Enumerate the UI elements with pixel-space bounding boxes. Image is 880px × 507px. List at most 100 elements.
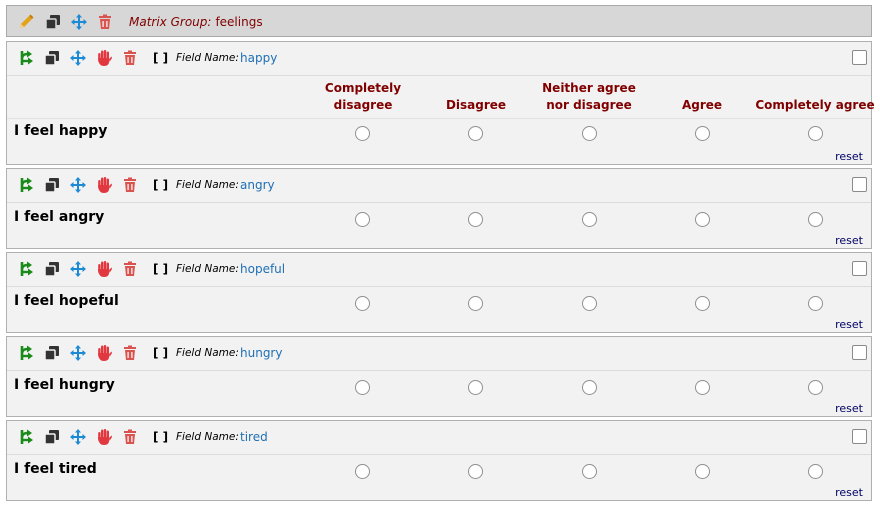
- move-arrows-icon[interactable]: [69, 176, 87, 194]
- radio-option-3[interactable]: [695, 464, 710, 479]
- field-toolbar: [ ] Field Name: angry: [7, 169, 871, 203]
- field-block-happy: [ ] Field Name: happy Completely disagree Dis…: [6, 41, 875, 165]
- radio-option-0[interactable]: [355, 126, 370, 141]
- field-name-value: angry: [240, 178, 275, 192]
- radio-option-2[interactable]: [582, 212, 597, 227]
- radio-option-4[interactable]: [808, 126, 823, 141]
- radio-option-3[interactable]: [695, 380, 710, 395]
- radio-option-1[interactable]: [468, 126, 483, 141]
- matrix-group-caption: Matrix Group:: [129, 15, 212, 29]
- stop-action-hand-icon[interactable]: [95, 428, 113, 446]
- field-brackets: [ ]: [153, 178, 169, 192]
- field-name-value: happy: [240, 51, 278, 65]
- radio-option-0[interactable]: [355, 380, 370, 395]
- trash-delete-icon[interactable]: [96, 13, 114, 31]
- stop-action-hand-icon[interactable]: [95, 344, 113, 362]
- branching-logic-icon[interactable]: [17, 176, 35, 194]
- radio-option-4[interactable]: [808, 212, 823, 227]
- column-header-line1: Completely: [324, 81, 402, 95]
- copy-icon[interactable]: [43, 260, 61, 278]
- reset-link[interactable]: reset: [835, 402, 863, 415]
- field-name-label: Field Name:: [176, 347, 239, 359]
- column-header-4: Completely agree: [755, 80, 875, 114]
- field-brackets: [ ]: [153, 430, 169, 444]
- question-label: I feel tired: [14, 461, 97, 477]
- copy-icon[interactable]: [43, 344, 61, 362]
- field-brackets: [ ]: [153, 262, 169, 276]
- column-header-line2: nor disagree: [546, 98, 632, 112]
- trash-delete-icon[interactable]: [121, 260, 139, 278]
- field-select-checkbox[interactable]: [852, 345, 867, 360]
- field-toolbar: [ ] Field Name: hopeful: [7, 253, 871, 287]
- radio-option-4[interactable]: [808, 380, 823, 395]
- branching-logic-icon[interactable]: [17, 428, 35, 446]
- field-toolbar: [ ] Field Name: happy: [7, 42, 871, 76]
- reset-link[interactable]: reset: [835, 234, 863, 247]
- trash-delete-icon[interactable]: [121, 344, 139, 362]
- trash-delete-icon[interactable]: [121, 428, 139, 446]
- matrix-group-name: feelings: [215, 15, 263, 29]
- column-header-line2: disagree: [333, 98, 393, 112]
- field-name-value: hopeful: [240, 262, 286, 276]
- trash-delete-icon[interactable]: [121, 49, 139, 67]
- column-header-line2: Completely agree: [755, 98, 875, 112]
- stop-action-hand-icon[interactable]: [95, 49, 113, 67]
- stop-action-hand-icon[interactable]: [95, 176, 113, 194]
- field-select-checkbox[interactable]: [852, 429, 867, 444]
- field-name-label: Field Name:: [176, 179, 239, 191]
- copy-icon[interactable]: [43, 49, 61, 67]
- question-label: I feel angry: [14, 209, 105, 225]
- field-select-checkbox[interactable]: [852, 261, 867, 276]
- field-block-angry: [ ] Field Name: angry I feel angry reset: [6, 168, 872, 249]
- radio-option-2[interactable]: [582, 126, 597, 141]
- field-select-checkbox[interactable]: [852, 177, 867, 192]
- column-header-2: Neither agree nor disagree: [529, 80, 649, 114]
- radio-option-2[interactable]: [582, 464, 597, 479]
- reset-link[interactable]: reset: [835, 486, 863, 499]
- radio-option-1[interactable]: [468, 296, 483, 311]
- radio-option-4[interactable]: [808, 464, 823, 479]
- field-select-checkbox[interactable]: [852, 50, 867, 65]
- branching-logic-icon[interactable]: [17, 344, 35, 362]
- column-header-line1: [662, 80, 742, 97]
- move-arrows-icon[interactable]: [70, 13, 88, 31]
- header-divider: [7, 118, 871, 119]
- radio-option-2[interactable]: [582, 296, 597, 311]
- reset-link[interactable]: reset: [835, 318, 863, 331]
- radio-option-3[interactable]: [695, 296, 710, 311]
- copy-icon[interactable]: [43, 428, 61, 446]
- move-arrows-icon[interactable]: [69, 344, 87, 362]
- reset-link[interactable]: reset: [835, 150, 863, 163]
- question-label: I feel hungry: [14, 377, 115, 393]
- radio-option-3[interactable]: [695, 126, 710, 141]
- radio-option-1[interactable]: [468, 380, 483, 395]
- radio-option-0[interactable]: [355, 464, 370, 479]
- radio-option-3[interactable]: [695, 212, 710, 227]
- matrix-group-label: Matrix Group: feelings: [129, 15, 263, 29]
- radio-option-0[interactable]: [355, 296, 370, 311]
- matrix-group-header: Matrix Group: feelings: [6, 5, 872, 37]
- branching-logic-icon[interactable]: [17, 260, 35, 278]
- radio-option-2[interactable]: [582, 380, 597, 395]
- radio-option-1[interactable]: [468, 212, 483, 227]
- move-arrows-icon[interactable]: [69, 260, 87, 278]
- radio-option-4[interactable]: [808, 296, 823, 311]
- copy-icon[interactable]: [44, 13, 62, 31]
- column-header-0: Completely disagree: [308, 80, 418, 114]
- radio-option-1[interactable]: [468, 464, 483, 479]
- column-header-line1: [755, 80, 875, 97]
- trash-delete-icon[interactable]: [121, 176, 139, 194]
- stop-action-hand-icon[interactable]: [95, 260, 113, 278]
- move-arrows-icon[interactable]: [69, 428, 87, 446]
- field-name-value: tired: [240, 430, 268, 444]
- radio-option-0[interactable]: [355, 212, 370, 227]
- copy-icon[interactable]: [43, 176, 61, 194]
- column-header-1: Disagree: [426, 80, 526, 114]
- question-label: I feel happy: [14, 123, 108, 139]
- field-name-value: hungry: [240, 346, 283, 360]
- move-arrows-icon[interactable]: [69, 49, 87, 67]
- branching-logic-icon[interactable]: [17, 49, 35, 67]
- pencil-edit-icon[interactable]: [17, 13, 35, 31]
- field-toolbar: [ ] Field Name: tired: [7, 421, 871, 455]
- question-label: I feel hopeful: [14, 293, 119, 309]
